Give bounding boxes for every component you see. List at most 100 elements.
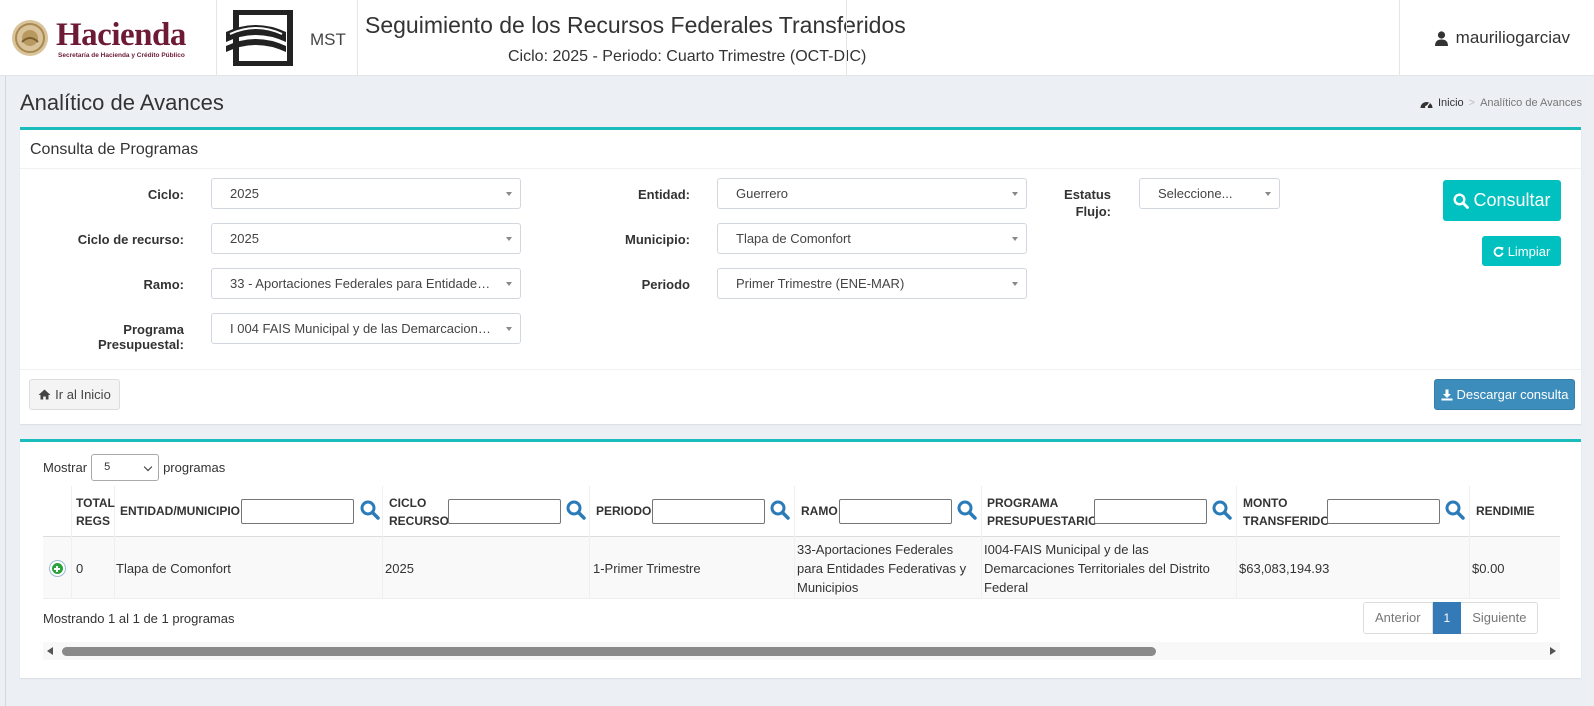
- mst-logo-icon: [226, 10, 293, 66]
- page-title: Analítico de Avances: [20, 90, 224, 115]
- ciclo-label: Ciclo:: [147, 187, 184, 202]
- header-divider: [846, 0, 847, 76]
- column-entidad-municipio[interactable]: ENTIDAD/MUNICIPIO: [115, 486, 383, 537]
- scroll-right-arrow-icon[interactable]: [1550, 647, 1556, 655]
- column-rendimientos[interactable]: RENDIMIE: [1470, 486, 1560, 537]
- cell-rendimientos: $0.00: [1472, 560, 1505, 576]
- breadcrumb-home-link[interactable]: Inicio: [1438, 97, 1464, 109]
- download-icon: [1441, 389, 1452, 400]
- programa-label: Programa Presupuestal:: [98, 322, 184, 352]
- cell-ramo: 33-Aportaciones Federales para Entidades…: [795, 537, 982, 599]
- table-row[interactable]: 0 Tlapa de Comonfort 2025 1-Primer Trime…: [43, 537, 1560, 599]
- column-periodo[interactable]: PERIODO: [590, 486, 795, 537]
- magnifier-icon[interactable]: [769, 499, 791, 521]
- column-monto-transferido[interactable]: MONTO TRANSFERIDO: [1237, 486, 1470, 537]
- column-ciclo-recurso[interactable]: CICLO RECURSO: [383, 486, 590, 537]
- user-menu[interactable]: mauriliogarciav: [1434, 28, 1570, 48]
- ciclo-recurso-header-line2: RECURSO: [389, 514, 450, 528]
- mst-label: MST: [310, 30, 346, 49]
- periodo-header: PERIODO: [596, 504, 652, 518]
- monto-filter-input[interactable]: [1327, 499, 1440, 524]
- ramo-header: RAMO: [801, 504, 838, 518]
- rendimientos-header: RENDIMIE: [1476, 504, 1535, 518]
- ciclo-select[interactable]: 2025: [211, 178, 521, 209]
- scrollbar-thumb[interactable]: [62, 647, 1156, 656]
- logo-name: Hacienda: [56, 17, 186, 53]
- filter-panel: Consulta de Programas Ciclo: 2025 Ciclo …: [20, 127, 1581, 424]
- column-programa-presupuestario[interactable]: PROGRAMA PRESUPUESTARIO: [982, 486, 1237, 537]
- mostrar-label: Mostrar: [43, 460, 88, 475]
- limpiar-button[interactable]: Limpiar: [1482, 236, 1561, 266]
- ramo-filter-input[interactable]: [839, 499, 952, 524]
- consultar-button[interactable]: Consultar: [1443, 180, 1561, 221]
- hacienda-seal-icon: [12, 20, 48, 56]
- breadcrumb-current: Analítico de Avances: [1480, 97, 1582, 109]
- estatus-label-line2: Flujo:: [1075, 204, 1111, 219]
- programa-filter-input[interactable]: [1094, 499, 1207, 524]
- municipio-select[interactable]: Tlapa de Comonfort: [717, 223, 1027, 254]
- entidad-select[interactable]: Guerrero: [717, 178, 1027, 209]
- logo-subtitle: Secretaría de Hacienda y Crédito Público: [58, 52, 185, 59]
- periodo-label: Periodo: [641, 277, 690, 292]
- magnifier-icon[interactable]: [565, 499, 587, 521]
- page-length-control: Mostrar 5 programas: [43, 454, 225, 481]
- username: mauriliogarciav: [1455, 28, 1570, 47]
- monto-header-line2: TRANSFERIDO: [1243, 514, 1330, 528]
- results-panel: Mostrar 5 programas TOTAL REGS ENTIDAD/M…: [20, 439, 1581, 678]
- ir-al-inicio-button[interactable]: Ir al Inicio: [29, 379, 120, 410]
- estatus-flujo-select[interactable]: Seleccione...: [1139, 178, 1280, 209]
- ramo-select[interactable]: 33 - Aportaciones Federales para Entidad…: [211, 268, 521, 299]
- expand-plus-icon[interactable]: [49, 560, 65, 576]
- total-regs-header-line1: TOTAL: [76, 496, 115, 510]
- descargar-consulta-button[interactable]: Descargar consulta: [1434, 379, 1575, 410]
- filter-panel-title: Consulta de Programas: [30, 141, 199, 158]
- cell-periodo: 1-Primer Trimestre: [590, 537, 795, 599]
- programas-label: programas: [163, 460, 226, 475]
- magnifier-icon[interactable]: [1444, 499, 1466, 521]
- user-icon: [1434, 30, 1448, 46]
- cell-programa: I004-FAIS Municipal y de las Demarcacion…: [982, 537, 1237, 599]
- panel-divider: [20, 369, 1581, 370]
- pagination-previous[interactable]: Anterior: [1363, 602, 1433, 634]
- column-total-regs[interactable]: TOTAL REGS: [72, 486, 115, 537]
- refresh-icon: [1493, 246, 1504, 257]
- magnifier-icon[interactable]: [359, 499, 381, 521]
- search-icon: [1453, 192, 1470, 209]
- monto-header-line1: MONTO: [1243, 496, 1288, 510]
- panel-divider: [20, 168, 1581, 169]
- magnifier-icon[interactable]: [956, 499, 978, 521]
- hacienda-logo[interactable]: Hacienda Secretaría de Hacienda y Crédit…: [6, 12, 211, 66]
- pagination-page-1[interactable]: 1: [1432, 602, 1462, 634]
- programa-header-line1: PROGRAMA: [987, 496, 1059, 510]
- top-header: Hacienda Secretaría de Hacienda y Crédit…: [0, 0, 1594, 76]
- scroll-left-arrow-icon[interactable]: [47, 647, 53, 655]
- breadcrumb: Inicio > Analítico de Avances: [1420, 97, 1582, 109]
- periodo-select[interactable]: Primer Trimestre (ENE-MAR): [717, 268, 1027, 299]
- cell-monto: $63,083,194.93: [1237, 537, 1470, 599]
- descargar-label: Descargar consulta: [1456, 387, 1569, 402]
- ciclo-recurso-header-line1: CICLO: [389, 496, 427, 510]
- periodo-filter-input[interactable]: [652, 499, 765, 524]
- row-expand-cell[interactable]: [43, 537, 72, 599]
- app-subtitle: Ciclo: 2025 - Periodo: Cuarto Trimestre …: [508, 48, 867, 65]
- cell-total-regs: 0: [72, 537, 115, 599]
- horizontal-scrollbar[interactable]: [43, 642, 1560, 660]
- mst-logo[interactable]: MST: [226, 10, 346, 66]
- entidad-municipio-filter-input[interactable]: [241, 499, 354, 524]
- header-divider: [357, 0, 358, 76]
- entidad-municipio-header: ENTIDAD/MUNICIPIO: [120, 504, 240, 518]
- page-length-select[interactable]: 5: [91, 454, 160, 481]
- app-title: Seguimiento de los Recursos Federales Tr…: [365, 12, 906, 38]
- ciclo-recurso-filter-input[interactable]: [448, 499, 561, 524]
- programa-select[interactable]: I 004 FAIS Municipal y de las Demarcacio…: [211, 313, 521, 344]
- home-icon: [38, 389, 51, 400]
- estatus-flujo-label: Estatus Flujo:: [1050, 187, 1111, 219]
- column-ramo[interactable]: RAMO: [795, 486, 982, 537]
- ciclo-recurso-select[interactable]: 2025: [211, 223, 521, 254]
- magnifier-icon[interactable]: [1211, 499, 1233, 521]
- header-divider: [1399, 0, 1400, 76]
- ramo-label: Ramo:: [143, 277, 184, 292]
- pagination-next[interactable]: Siguiente: [1461, 602, 1539, 634]
- estatus-label-line1: Estatus: [1064, 187, 1111, 202]
- consultar-label: Consultar: [1473, 190, 1551, 210]
